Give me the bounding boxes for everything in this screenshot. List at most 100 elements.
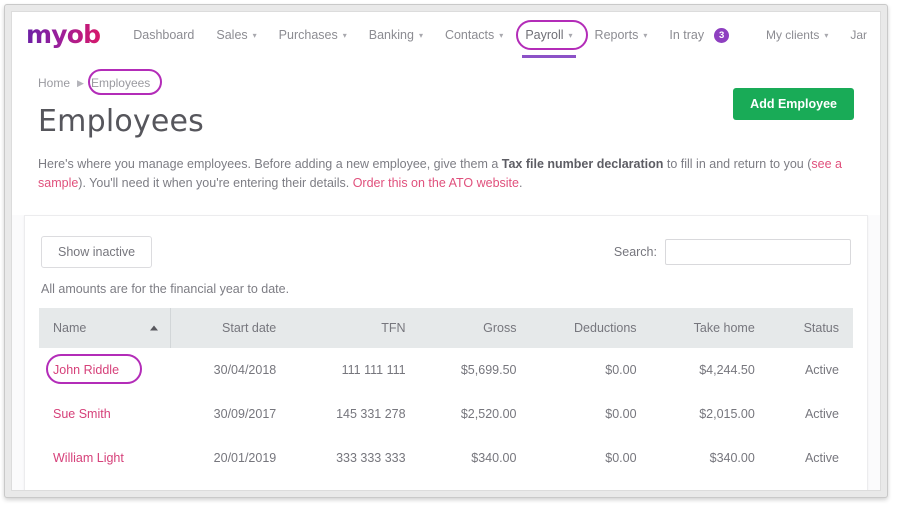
breadcrumb-home[interactable]: Home xyxy=(38,76,70,90)
employee-start-date: 20/01/2019 xyxy=(213,451,277,465)
column-header-label: Take home xyxy=(693,321,755,335)
nav-item-label: Sales xyxy=(216,28,248,42)
browser-window-frame: myob Dashboard Sales ▾ Purchases ▾ Banki… xyxy=(4,4,888,498)
intro-bold-tax-file-number-declaration: Tax file number declaration xyxy=(501,157,664,171)
primary-nav-items: Dashboard Sales ▾ Purchases ▾ Banking ▾ … xyxy=(122,12,740,58)
employee-name-link[interactable]: Sue Smith xyxy=(39,392,170,436)
nav-item-dashboard[interactable]: Dashboard xyxy=(122,12,205,58)
ato-website-link[interactable]: Order this on the ATO website xyxy=(353,176,519,190)
chevron-down-icon: ▾ xyxy=(568,31,573,40)
employee-gross: $5,699.50 xyxy=(460,363,517,377)
employee-status: Active xyxy=(804,363,839,377)
column-header-start-date[interactable]: Start date xyxy=(170,308,291,348)
employee-name-label: William Light xyxy=(53,451,124,465)
employee-status: Active xyxy=(804,407,839,421)
employee-name-link[interactable]: John Riddle xyxy=(39,348,170,392)
nav-item-user-menu[interactable]: Jar xyxy=(839,12,878,58)
employee-name-label: Sue Smith xyxy=(53,407,111,421)
employee-tfn: 111 111 111 xyxy=(341,363,406,377)
page-content: Home ▶ Employees Employees Add Employee … xyxy=(12,58,880,490)
chevron-down-icon: ▾ xyxy=(252,31,257,40)
table-row[interactable]: Sue Smith 30/09/2017 145 331 278 $2,520.… xyxy=(39,392,853,436)
column-header-take-home[interactable]: Take home xyxy=(650,308,769,348)
column-header-label: Start date xyxy=(222,321,277,335)
nav-item-in-tray[interactable]: In tray 3 xyxy=(658,12,740,58)
add-employee-button[interactable]: Add Employee xyxy=(733,88,854,120)
browser-viewport: myob Dashboard Sales ▾ Purchases ▾ Banki… xyxy=(11,11,881,491)
employee-deductions: $0.00 xyxy=(605,407,637,421)
employee-take-home: $4,244.50 xyxy=(699,363,755,377)
column-header-label: Deductions xyxy=(574,321,637,335)
breadcrumb: Home ▶ Employees xyxy=(38,69,162,95)
amounts-note: All amounts are for the financial year t… xyxy=(41,282,290,296)
employee-start-date: 30/09/2017 xyxy=(213,407,277,421)
column-header-status[interactable]: Status xyxy=(768,308,853,348)
nav-item-contacts[interactable]: Contacts ▾ xyxy=(434,12,514,58)
chevron-down-icon: ▾ xyxy=(643,31,648,40)
secondary-nav-items: My clients ▾ Jar xyxy=(755,12,880,58)
search-input[interactable] xyxy=(665,239,851,265)
column-header-deductions[interactable]: Deductions xyxy=(530,308,651,348)
nav-item-reports[interactable]: Reports ▾ xyxy=(584,12,659,58)
breadcrumb-employees[interactable]: Employees xyxy=(91,76,150,90)
top-navigation-bar: myob Dashboard Sales ▾ Purchases ▾ Banki… xyxy=(12,12,880,58)
page-title: Employees xyxy=(38,104,205,139)
nav-item-label: Payroll xyxy=(525,28,564,42)
employees-card-wrapper: Show inactive Search: All amounts are fo… xyxy=(12,215,880,490)
chevron-down-icon: ▾ xyxy=(342,31,347,40)
nav-item-sales[interactable]: Sales ▾ xyxy=(205,12,267,58)
employee-deductions: $0.00 xyxy=(605,363,637,377)
employees-table-body: John Riddle 30/04/2018 111 111 111 $5,69… xyxy=(39,348,853,480)
sort-ascending-icon xyxy=(149,325,158,331)
nav-item-label: Banking xyxy=(368,28,414,42)
search-group: Search: xyxy=(614,239,851,265)
column-header-label: Gross xyxy=(483,321,517,335)
table-row[interactable]: William Light 20/01/2019 333 333 333 $34… xyxy=(39,436,853,480)
employee-take-home: $340.00 xyxy=(709,451,755,465)
intro-part-3: ). You'll need it when you're entering t… xyxy=(78,176,353,190)
nav-item-label: Contacts xyxy=(444,28,495,42)
myob-logo[interactable]: myob xyxy=(26,22,101,49)
nav-item-label: In tray xyxy=(669,28,705,42)
page-header-section: Home ▶ Employees Employees Add Employee … xyxy=(12,58,880,193)
intro-part-2: to fill in and return to you ( xyxy=(663,157,812,171)
intro-text: Here's where you manage employees. Befor… xyxy=(38,155,854,193)
user-menu-label: Jar xyxy=(850,28,867,42)
breadcrumb-separator-icon: ▶ xyxy=(77,77,84,88)
column-header-name[interactable]: Name xyxy=(39,308,171,348)
employee-tfn: 145 331 278 xyxy=(336,407,406,421)
employee-take-home: $2,015.00 xyxy=(699,407,755,421)
chevron-down-icon: ▾ xyxy=(824,31,829,40)
chevron-down-icon: ▾ xyxy=(418,31,423,40)
nav-item-banking[interactable]: Banking ▾ xyxy=(358,12,434,58)
show-inactive-button[interactable]: Show inactive xyxy=(41,236,153,268)
nav-item-payroll[interactable]: Payroll ▾ xyxy=(514,12,583,58)
column-header-label: Name xyxy=(53,321,87,335)
column-header-tfn[interactable]: TFN xyxy=(290,308,420,348)
nav-item-label: Dashboard xyxy=(133,28,195,42)
employee-start-date: 30/04/2018 xyxy=(213,363,277,377)
nav-item-purchases[interactable]: Purchases ▾ xyxy=(268,12,358,58)
table-header-row: Name Start date TFN Gross Deductions Tak… xyxy=(39,308,853,348)
intro-part-4: . xyxy=(518,176,523,190)
nav-item-label: My clients xyxy=(765,28,820,42)
chevron-down-icon: ▾ xyxy=(499,31,504,40)
employee-deductions: $0.00 xyxy=(605,451,637,465)
column-header-gross[interactable]: Gross xyxy=(419,308,531,348)
employees-table: Name Start date TFN Gross Deductions Tak… xyxy=(39,308,853,480)
employee-gross: $2,520.00 xyxy=(460,407,517,421)
table-row[interactable]: John Riddle 30/04/2018 111 111 111 $5,69… xyxy=(39,348,853,392)
employee-tfn: 333 333 333 xyxy=(336,451,406,465)
in-tray-count-badge: 3 xyxy=(714,27,730,43)
employees-table-head: Name Start date TFN Gross Deductions Tak… xyxy=(39,308,853,348)
nav-item-my-clients[interactable]: My clients ▾ xyxy=(755,12,839,58)
employee-gross: $340.00 xyxy=(471,451,517,465)
intro-part-1: Here's where you manage employees. Befor… xyxy=(38,157,502,171)
column-header-label: Status xyxy=(803,321,839,335)
search-label: Search: xyxy=(613,245,657,259)
employees-card: Show inactive Search: All amounts are fo… xyxy=(24,215,868,490)
column-header-label: TFN xyxy=(381,321,406,335)
employee-name-link[interactable]: William Light xyxy=(39,436,170,480)
employee-status: Active xyxy=(804,451,839,465)
nav-item-label: Reports xyxy=(594,28,639,42)
